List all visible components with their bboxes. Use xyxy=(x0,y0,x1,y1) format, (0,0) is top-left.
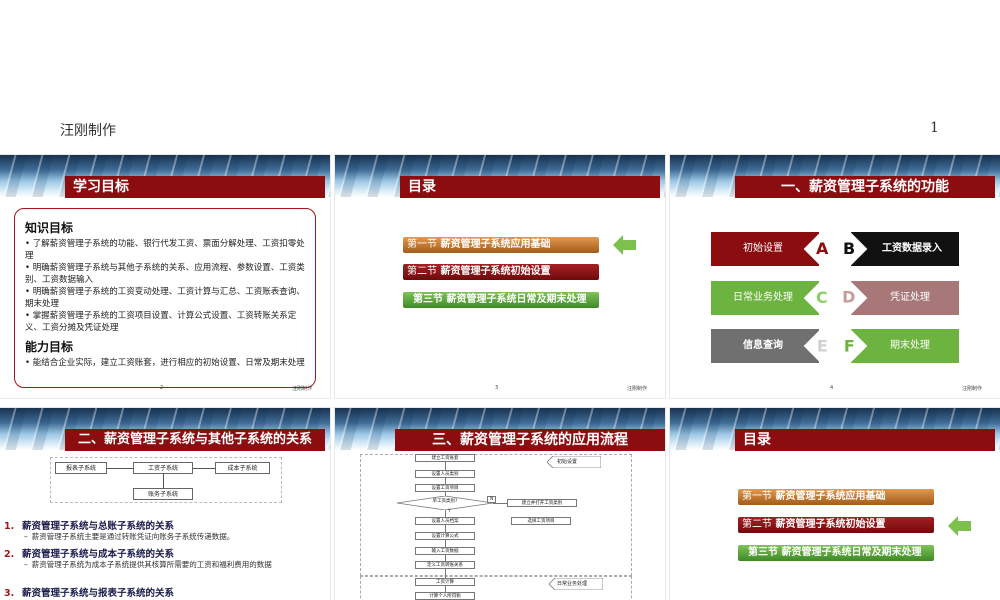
slide-application-flow[interactable]: 三、薪资管理子系统的应用流程 建立工资账套 设置人员类别 设置工资项目 单工资类… xyxy=(335,408,665,600)
slide-number: 4 xyxy=(830,385,834,391)
knowledge-item: • 明确薪资管理子系统的工资变动处理、工资计算与汇总、工资账表查询、期末处理 xyxy=(25,287,305,309)
knowledge-heading: 知识目标 xyxy=(25,221,74,235)
connector-line xyxy=(193,468,215,469)
slide-title: 二、薪资管理子系统与其他子系统的关系 xyxy=(65,429,325,451)
slide-author: 汪刚制作 xyxy=(626,386,647,392)
toc-item-section-3[interactable]: 第三节 薪资管理子系统日常及期末处理 xyxy=(403,292,599,308)
toc-prefix: 第三节 xyxy=(413,294,443,305)
slide-functions[interactable]: 一、薪资管理子系统的功能 初始设置 工资数据录入 日常业务处理 凭证处理 信息查… xyxy=(670,155,1000,398)
ability-heading: 能力目标 xyxy=(25,340,74,354)
slide-toc-1[interactable]: 目录 第一节 薪资管理子系统应用基础 第二节 薪资管理子系统初始设置 第三节 薪… xyxy=(335,155,665,398)
relation-heading-1: 1. 薪资管理子系统与总账子系统的关系 xyxy=(4,521,175,532)
toc-item-section-2[interactable]: 第二节 薪资管理子系统初始设置 xyxy=(403,264,599,280)
cost-subsystem-box: 成本子系统 xyxy=(215,462,270,474)
flow-step: 设置人员档案 xyxy=(415,517,475,525)
toc-text: 薪资管理子系统应用基础 xyxy=(440,239,551,250)
flow-step: 设置工资项目 xyxy=(415,484,475,492)
knowledge-item: • 明确薪资管理子系统与其他子系统的关系、应用流程、参数设置、工资类别、工资数据… xyxy=(25,263,305,285)
relation-heading-2: 2. 薪资管理子系统与成本子系统的关系 xyxy=(4,549,175,560)
slide-learning-goals[interactable]: 学习目标 知识目标 • 了解薪资管理子系统的功能、银行代发工资、票面分解处理、工… xyxy=(0,155,330,398)
flow-step: 设置计算公式 xyxy=(415,532,475,540)
slide-author: 汪刚制作 xyxy=(961,386,982,392)
ability-item: • 能结合企业实际，建立工资账套，进行相应的初始设置、日常及期末处理 xyxy=(25,358,305,368)
flow-n-label: N xyxy=(487,496,497,503)
knowledge-item: • 了解薪资管理子系统的功能、银行代发工资、票面分解处理、工资扣零处理 xyxy=(25,239,305,261)
slide-title: 目录 xyxy=(735,429,995,451)
toc-text: 薪资管理子系统初始设置 xyxy=(440,266,551,277)
connector-line xyxy=(163,474,164,488)
toc-text: 薪资管理子系统日常及期末处理 xyxy=(446,294,587,305)
document-header-title: 汪刚制作 xyxy=(60,123,116,139)
toc-text: 薪资管理子系统初始设置 xyxy=(775,519,886,530)
flow-decision-label: 单工资类别? xyxy=(432,499,458,504)
slide-relations[interactable]: 二、薪资管理子系统与其他子系统的关系 报表子系统 工资子系统 成本子系统 账务子… xyxy=(0,408,330,600)
slide-number: 2 xyxy=(160,385,164,391)
init-setup-group-frame xyxy=(360,454,632,576)
toc-item-section-1[interactable]: 第一节 薪资管理子系统应用基础 xyxy=(738,489,934,505)
flow-step: 工资计算 xyxy=(415,578,475,586)
slide-title: 目录 xyxy=(400,176,660,198)
toc-prefix: 第一节 xyxy=(407,239,437,250)
slide-toc-2[interactable]: 目录 第一节 薪资管理子系统应用基础 第二节 薪资管理子系统初始设置 第三节 薪… xyxy=(670,408,1000,600)
toc-prefix: 第三节 xyxy=(748,547,778,558)
toc-item-section-2[interactable]: 第二节 薪资管理子系统初始设置 xyxy=(738,517,934,533)
connector-line xyxy=(493,503,507,504)
connector-line xyxy=(107,468,133,469)
slide-title: 学习目标 xyxy=(65,176,325,198)
toc-prefix: 第二节 xyxy=(742,519,772,530)
account-subsystem-box: 账务子系统 xyxy=(133,488,193,500)
slide-title: 一、薪资管理子系统的功能 xyxy=(735,176,995,198)
relation-desc-2: – 薪资管理子系统为成本子系统提供其核算所需要的工资和福利费用的数据 xyxy=(24,560,272,569)
init-setup-label: 初始设置 xyxy=(557,459,578,465)
toc-item-section-3[interactable]: 第三节 薪资管理子系统日常及期末处理 xyxy=(738,545,934,561)
flow-y-label: Y xyxy=(448,509,451,514)
flow-side-step: 建立并打开工资类别 xyxy=(507,499,577,507)
toc-prefix: 第一节 xyxy=(742,491,772,502)
toc-text: 薪资管理子系统日常及期末处理 xyxy=(781,547,922,558)
flow-step: 设置人员类别 xyxy=(415,470,475,478)
current-section-arrow-icon xyxy=(948,516,971,536)
relation-desc-1: – 薪资管理子系统主要是通过转账凭证向账务子系统传递数据。 xyxy=(24,532,235,541)
flow-step: 定义工资转账关系 xyxy=(415,561,475,569)
toc-item-section-1[interactable]: 第一节 薪资管理子系统应用基础 xyxy=(403,237,599,253)
wage-subsystem-box: 工资子系统 xyxy=(133,462,193,474)
goals-box: 知识目标 • 了解薪资管理子系统的功能、银行代发工资、票面分解处理、工资扣零处理… xyxy=(14,208,316,388)
daily-label: 日常业务处理 xyxy=(557,581,588,587)
flow-side-step: 选择工资项目 xyxy=(511,517,571,525)
flow-step: 计算个人所得税 xyxy=(415,592,475,600)
flow-step: 建立工资账套 xyxy=(415,454,475,462)
slide-title: 三、薪资管理子系统的应用流程 xyxy=(395,429,665,451)
relation-heading-3: 3. 薪资管理子系统与报表子系统的关系 xyxy=(4,588,175,599)
slide-number: 3 xyxy=(495,385,499,391)
toc-text: 薪资管理子系统应用基础 xyxy=(775,491,886,502)
flow-step: 输入工资数据 xyxy=(415,547,475,555)
slide-author: 汪刚制作 xyxy=(291,386,312,392)
current-section-arrow-icon xyxy=(613,235,636,255)
document-page-number: 1 xyxy=(930,120,939,136)
report-subsystem-box: 报表子系统 xyxy=(55,462,107,474)
toc-prefix: 第二节 xyxy=(407,266,437,277)
knowledge-item: • 掌握薪资管理子系统的工资项目设置、计算公式设置、工资转账关系定义、工资分摊及… xyxy=(25,311,297,333)
